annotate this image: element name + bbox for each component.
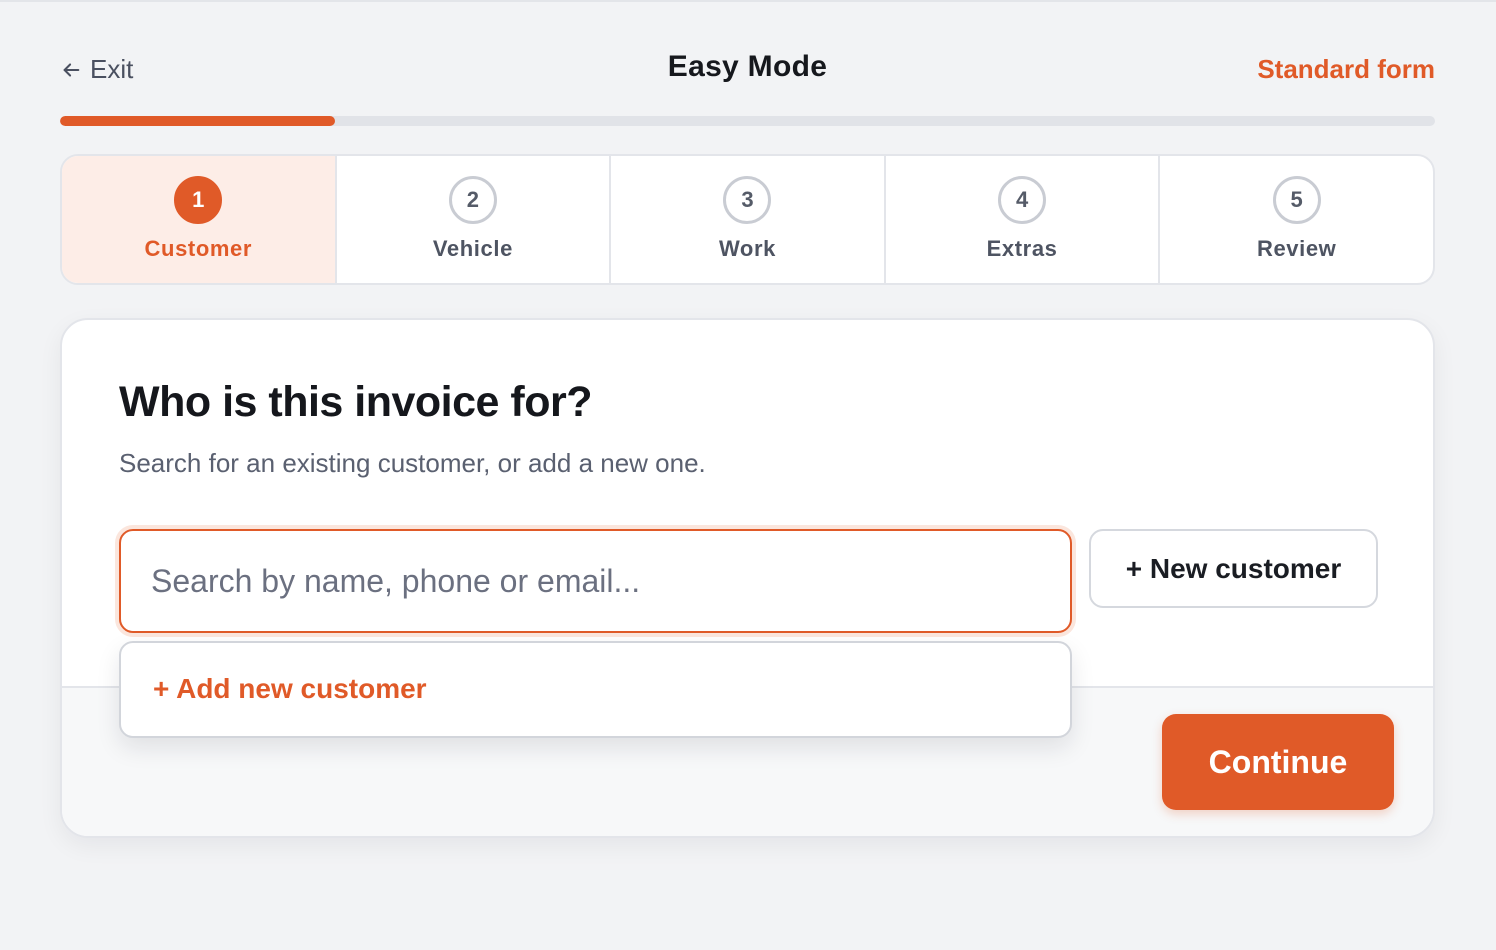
- card-heading: Who is this invoice for?: [119, 378, 592, 426]
- header: Exit Easy Mode Standard form: [60, 50, 1435, 90]
- step-number: 5: [1272, 176, 1321, 224]
- card-subheading: Search for an existing customer, or add …: [119, 448, 706, 478]
- step-label: Work: [718, 236, 776, 261]
- step-extras[interactable]: 4 Extras: [886, 156, 1161, 283]
- step-review[interactable]: 5 Review: [1160, 156, 1433, 283]
- customer-search-input[interactable]: [119, 529, 1072, 633]
- step-vehicle[interactable]: 2 Vehicle: [337, 156, 612, 283]
- step-customer[interactable]: 1 Customer: [62, 156, 337, 283]
- step-number: 1: [174, 176, 223, 224]
- progress-bar-fill: [60, 116, 335, 126]
- step-tabs: 1 Customer 2 Vehicle 3 Work 4 Extras 5 R…: [60, 154, 1435, 285]
- standard-form-link[interactable]: Standard form: [1257, 54, 1435, 85]
- step-label: Customer: [144, 236, 253, 261]
- step-number: 4: [998, 176, 1047, 224]
- step-number: 3: [723, 176, 772, 224]
- search-dropdown: + Add new customer: [119, 641, 1072, 738]
- step-work[interactable]: 3 Work: [611, 156, 886, 283]
- customer-card: Who is this invoice for? Search for an e…: [60, 318, 1435, 838]
- progress-bar: [60, 116, 1435, 126]
- add-new-customer-option[interactable]: + Add new customer: [153, 673, 427, 705]
- step-label: Review: [1256, 236, 1337, 261]
- continue-button[interactable]: Continue: [1162, 714, 1394, 810]
- page-title: Easy Mode: [667, 50, 828, 83]
- step-label: Extras: [986, 236, 1058, 261]
- step-number: 2: [448, 176, 497, 224]
- step-label: Vehicle: [432, 236, 513, 261]
- new-customer-button[interactable]: + New customer: [1089, 529, 1378, 608]
